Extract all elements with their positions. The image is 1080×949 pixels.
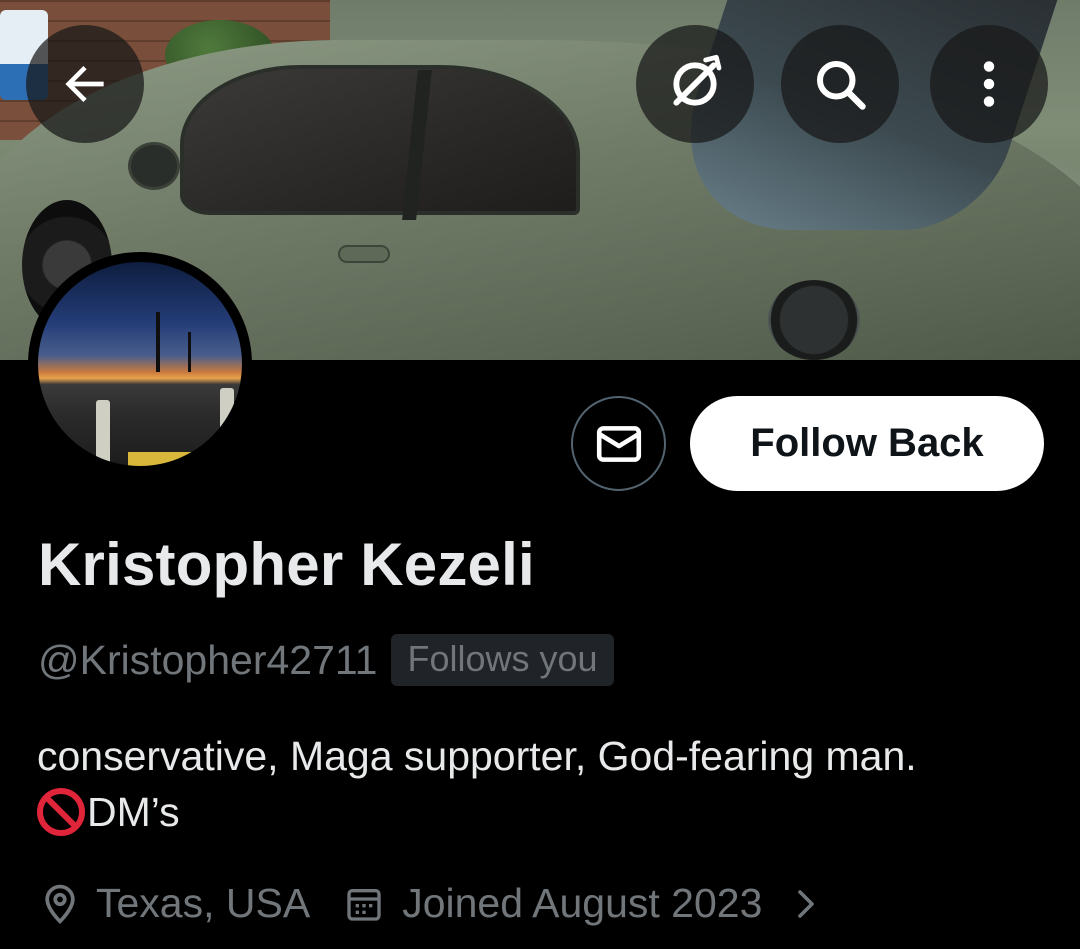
- search-button[interactable]: [781, 25, 899, 143]
- profile-avatar[interactable]: [28, 252, 252, 476]
- envelope-icon: [596, 425, 641, 462]
- joined-text: Joined August 2023: [402, 880, 763, 926]
- banner-car-windows: [180, 65, 580, 215]
- grok-button[interactable]: [636, 25, 754, 143]
- more-options-button[interactable]: [930, 25, 1048, 143]
- banner-fuel-cap: [768, 280, 860, 360]
- profile-meta: Texas, USA Joined August 2023: [38, 880, 824, 927]
- back-button[interactable]: [26, 25, 144, 143]
- bio-dm-text: DM’s: [87, 789, 180, 835]
- banner-car-mirror: [128, 142, 180, 190]
- profile-bio: conservative, Maga supporter, God-fearin…: [37, 728, 1047, 850]
- banner-car-door-handle: [338, 245, 390, 263]
- message-button[interactable]: [571, 396, 666, 491]
- search-icon: [817, 61, 866, 110]
- location-text: Texas, USA: [96, 880, 311, 926]
- calendar-icon: [347, 888, 381, 921]
- bio-line-2: DM’s: [37, 784, 180, 840]
- display-name: Kristopher Kezeli: [38, 531, 535, 598]
- chevron-right-icon: [798, 889, 815, 918]
- bio-line-1: conservative, Maga supporter, God-fearin…: [37, 733, 917, 779]
- location-item: Texas, USA: [38, 880, 310, 927]
- prohibited-icon: [37, 788, 85, 836]
- back-arrow-icon: [65, 66, 104, 102]
- user-handle: @Kristopher42711: [38, 636, 378, 683]
- handle-row: @Kristopher42711 Follows you: [38, 634, 614, 686]
- joined-item[interactable]: Joined August 2023: [344, 880, 824, 927]
- grok-icon: [673, 54, 722, 106]
- location-pin-icon: [45, 884, 75, 924]
- follows-you-badge: Follows you: [391, 634, 614, 686]
- avatar-photo: [38, 262, 242, 466]
- more-vertical-icon: [983, 61, 995, 107]
- follow-back-button[interactable]: Follow Back: [690, 396, 1044, 491]
